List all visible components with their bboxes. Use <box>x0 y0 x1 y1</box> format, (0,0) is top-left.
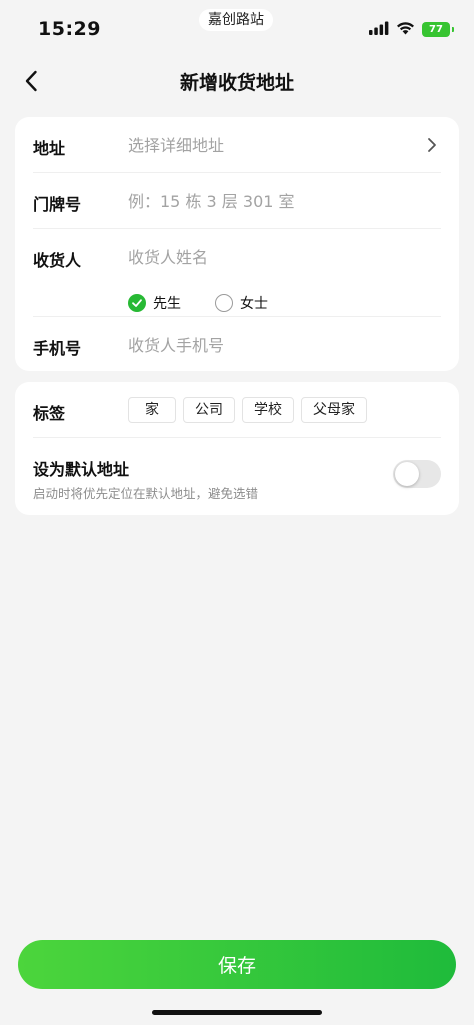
cellular-signal-icon <box>369 20 389 39</box>
address-label: 地址 <box>33 139 66 158</box>
home-indicator <box>152 1010 322 1015</box>
tag-parents-home[interactable]: 父母家 <box>301 397 367 423</box>
address-form-card: 地址 门牌号 收货人 先生 女士 <box>15 117 459 371</box>
tags-label: 标签 <box>33 404 66 423</box>
tag-company[interactable]: 公司 <box>183 397 235 423</box>
house-number-row: 门牌号 <box>33 173 441 229</box>
nav-bar: 新增收货地址 <box>0 58 474 104</box>
status-bar: 15:29 嘉创路站 77 <box>0 0 474 58</box>
location-pill: 嘉创路站 <box>199 9 273 31</box>
default-address-toggle[interactable] <box>393 460 441 488</box>
wifi-icon <box>396 20 415 39</box>
house-number-input[interactable] <box>128 189 408 213</box>
phone-input[interactable] <box>128 333 408 357</box>
consignee-row: 收货人 先生 女士 <box>33 229 441 317</box>
radio-unchecked-icon[interactable] <box>215 294 233 312</box>
house-number-label: 门牌号 <box>33 195 82 214</box>
chevron-right-icon[interactable] <box>423 136 441 154</box>
phone-row: 手机号 <box>33 317 441 373</box>
phone-label: 手机号 <box>33 339 82 358</box>
save-button[interactable]: 保存 <box>18 940 456 989</box>
radio-checked-icon[interactable] <box>128 294 146 312</box>
gender-option-mr[interactable]: 先生 <box>128 293 181 313</box>
gender-label-ms: 女士 <box>240 296 268 312</box>
default-address-subtitle: 启动时将优先定位在默认地址，避免选错 <box>33 486 259 501</box>
toggle-knob <box>395 462 419 486</box>
address-input[interactable] <box>128 133 408 157</box>
consignee-label: 收货人 <box>33 251 82 270</box>
battery-icon: 77 <box>422 21 454 37</box>
consignee-input[interactable] <box>128 245 408 269</box>
status-icons: 77 <box>369 20 454 39</box>
address-row[interactable]: 地址 <box>33 117 441 173</box>
gender-label-mr: 先生 <box>153 296 181 312</box>
tag-list: 家 公司 学校 父母家 <box>128 397 367 423</box>
page-title: 新增收货地址 <box>179 72 294 94</box>
tags-row: 标签 家 公司 学校 父母家 <box>33 382 441 438</box>
status-time: 15:29 <box>38 18 101 40</box>
gender-radio-group: 先生 女士 <box>128 293 268 313</box>
tags-default-card: 标签 家 公司 学校 父母家 设为默认地址 启动时将优先定位在默认地址，避免选错 <box>15 382 459 515</box>
default-address-title: 设为默认地址 <box>33 460 130 479</box>
default-address-row: 设为默认地址 启动时将优先定位在默认地址，避免选错 <box>33 438 441 515</box>
tag-school[interactable]: 学校 <box>242 397 294 423</box>
gender-option-ms[interactable]: 女士 <box>215 293 268 313</box>
tag-home[interactable]: 家 <box>128 397 176 423</box>
